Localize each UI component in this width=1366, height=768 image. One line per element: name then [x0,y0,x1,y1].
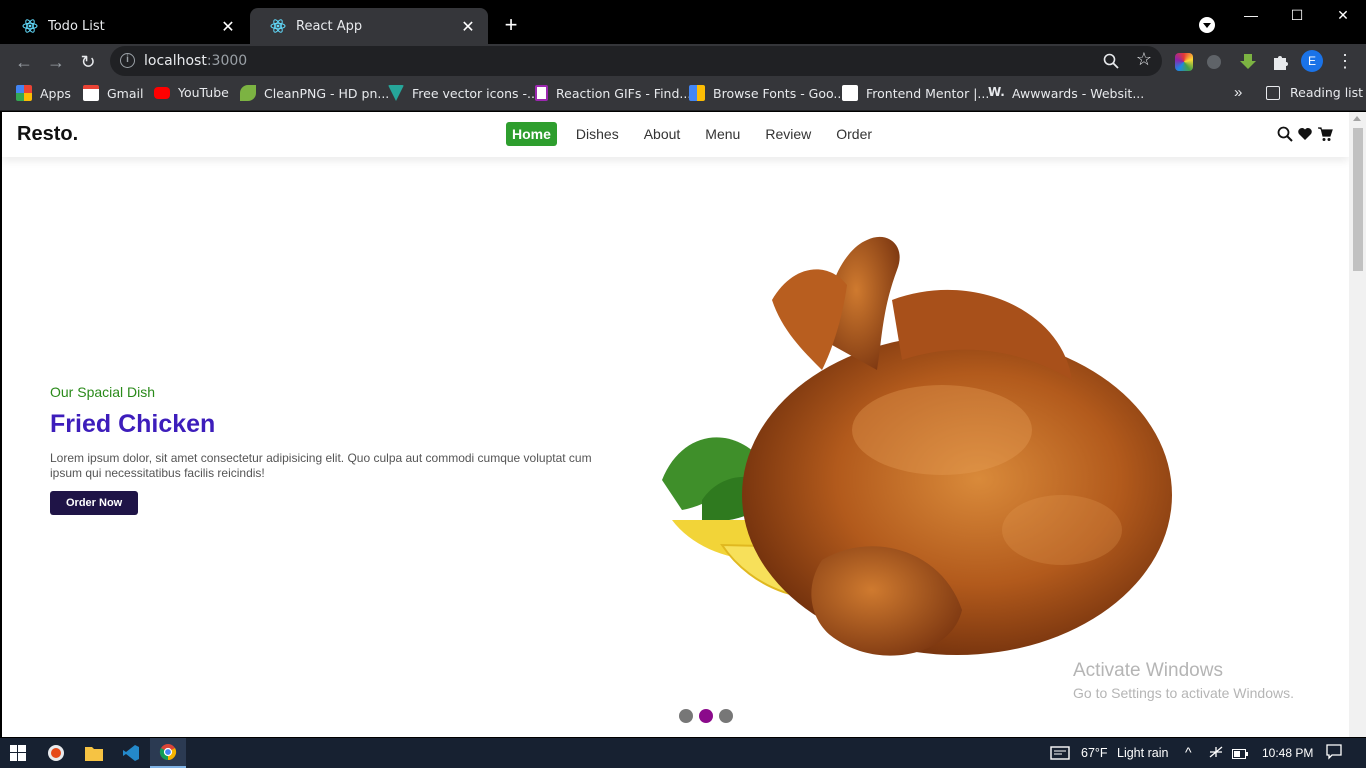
weather-temp[interactable]: 67°F [1081,746,1108,760]
hero-title: Fried Chicken [50,410,216,438]
new-tab-button[interactable]: + [500,14,522,36]
network-icon[interactable] [1208,745,1224,762]
color-picker-extension-icon[interactable] [1175,53,1193,71]
file-explorer-icon[interactable] [76,738,112,768]
fried-chicken-image [642,230,1187,670]
windows-start-icon[interactable] [0,738,36,768]
reload-icon[interactable]: ↻ [76,50,100,74]
close-window-button[interactable]: ✕ [1320,4,1366,26]
extension-icon[interactable] [1207,55,1221,69]
site-logo[interactable]: Resto. [17,123,78,146]
tab-label: React App [296,18,363,34]
reading-list-button[interactable]: Reading list [1266,85,1363,100]
heart-icon[interactable] [1297,126,1313,142]
bookmark-star-icon[interactable]: ☆ [1136,49,1152,70]
back-arrow-icon[interactable]: ← [12,50,36,74]
hero-subtitle: Our Spacial Dish [50,384,156,400]
bookmark-reaction-gifs[interactable]: Reaction GIFs - Find... [535,85,691,101]
order-now-button[interactable]: Order Now [50,491,139,515]
scrollbar-thumb[interactable] [1353,128,1363,271]
puzzle-extensions-icon[interactable] [1271,53,1289,71]
main-nav: Home Dishes About Menu Review Order [506,122,891,146]
bookmark-gmail[interactable]: Gmail [83,85,143,101]
bookmark-apps[interactable]: Apps [16,85,71,101]
battery-icon[interactable] [1232,748,1248,762]
slider-dots [679,709,733,723]
react-icon [22,18,38,34]
profile-avatar[interactable]: E [1301,50,1323,72]
app-taskbar-icon[interactable] [38,738,74,768]
google-fonts-icon [689,85,705,101]
forward-arrow-icon[interactable]: → [44,50,68,74]
minimize-button[interactable]: — [1228,4,1274,26]
vector-icons-icon [388,85,404,101]
apps-grid-icon [16,85,32,101]
cart-icon[interactable] [1317,126,1333,142]
address-bar[interactable]: i localhost:3000 ☆ [110,46,1162,76]
weather-desc[interactable]: Light rain [1117,746,1168,760]
reading-list-icon [1266,85,1280,100]
bookmarks-bar: Apps Gmail YouTube CleanPNG - HD pn... F… [0,78,1366,111]
awwwards-icon: W. [988,85,1005,99]
slider-dot[interactable] [719,709,733,723]
windows-taskbar: 67°F Light rain ^ 10:48 PM [0,738,1366,768]
close-tab-icon[interactable]: ✕ [220,17,236,36]
scroll-up-arrow-icon[interactable] [1353,116,1361,121]
tab-react-app[interactable]: React App ✕ [250,8,488,44]
page-viewport: Resto. Home Dishes About Menu Review Ord… [2,112,1349,737]
browser-toolbar: ← → ↻ i localhost:3000 ☆ E ⋮ [0,44,1366,78]
slider-dot-active[interactable] [699,709,713,723]
slider-dot[interactable] [679,709,693,723]
page-scrollbar[interactable] [1349,112,1366,737]
chrome-taskbar-icon[interactable] [150,738,186,768]
bookmark-awwwards[interactable]: W. Awwwards - Websit... [988,85,1144,101]
url-text[interactable]: localhost:3000 [144,53,247,69]
more-menu-icon[interactable]: ⋮ [1336,50,1354,72]
nav-home[interactable]: Home [506,122,557,146]
search-icon[interactable] [1277,126,1293,142]
reaction-gifs-icon [535,85,548,101]
tab-todo-list[interactable]: Todo List ✕ [2,8,248,44]
nav-review[interactable]: Review [759,122,817,146]
tab-label: Todo List [48,18,105,34]
vscode-icon[interactable] [113,738,149,768]
nav-order[interactable]: Order [830,122,878,146]
hero-content: Our Spacial Dish Fried Chicken Lorem ips… [50,384,610,515]
header-icons [1277,126,1333,142]
activate-windows-title: Activate Windows [1073,660,1223,681]
react-icon [270,18,286,34]
close-tab-icon[interactable]: ✕ [460,17,476,36]
zoom-search-icon[interactable] [1102,52,1120,70]
nav-dishes[interactable]: Dishes [570,122,625,146]
chevron-up-icon[interactable]: ^ [1185,744,1192,760]
notifications-icon[interactable] [1326,744,1342,763]
bookmark-cleanpng[interactable]: CleanPNG - HD pn... [240,85,389,101]
hero-description: Lorem ipsum dolor, sit amet consectetur … [50,451,592,480]
bookmark-youtube[interactable]: YouTube [154,85,229,100]
site-info-icon[interactable]: i [120,53,135,68]
nav-menu[interactable]: Menu [699,122,746,146]
gmail-icon [83,85,99,101]
bookmark-frontend-mentor[interactable]: Frontend Mentor |... [842,85,989,101]
cleanpng-icon [240,85,256,101]
browser-tab-strip: Todo List ✕ React App ✕ + — ☐ ✕ [0,0,1366,44]
youtube-icon [154,86,170,99]
maximize-button[interactable]: ☐ [1274,4,1320,26]
bookmark-free-vector-icons[interactable]: Free vector icons -... [388,85,539,101]
nav-about[interactable]: About [638,122,687,146]
more-bookmarks-chevron-icon[interactable]: » [1234,84,1242,101]
frontend-mentor-icon [842,85,858,101]
download-extension-icon[interactable] [1239,53,1257,71]
news-weather-icon[interactable] [1045,738,1075,768]
site-header: Resto. Home Dishes About Menu Review Ord… [2,112,1349,157]
bookmark-browse-fonts[interactable]: Browse Fonts - Goo... [689,85,845,101]
clock-time[interactable]: 10:48 PM [1262,746,1313,760]
tab-search-icon[interactable] [1199,17,1215,33]
activate-windows-subtitle: Go to Settings to activate Windows. [1073,685,1294,701]
